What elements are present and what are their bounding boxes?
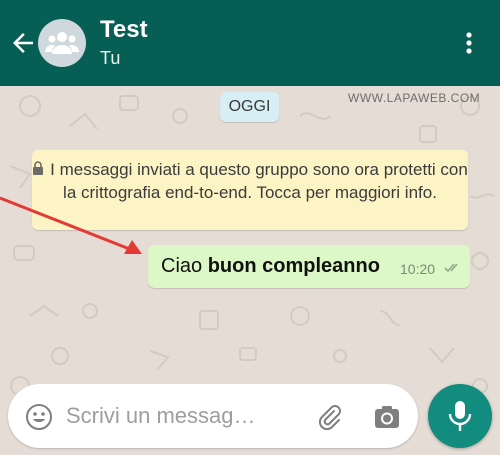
- chat-subtitle[interactable]: Tu: [100, 48, 120, 69]
- camera-icon[interactable]: [372, 402, 402, 432]
- message-composer: Scrivi un messag…: [8, 384, 418, 448]
- microphone-icon: [448, 401, 472, 431]
- double-check-icon: [444, 263, 458, 273]
- mic-button[interactable]: [428, 384, 492, 448]
- paperclip-icon[interactable]: [314, 402, 344, 432]
- lock-icon: [33, 161, 44, 175]
- group-icon: [45, 32, 79, 54]
- message-time: 10:20: [400, 261, 436, 277]
- message-text-regular: Ciao: [161, 255, 208, 277]
- chat-header: Test Tu: [0, 0, 500, 86]
- chat-title[interactable]: Test: [100, 16, 148, 44]
- group-avatar[interactable]: [38, 19, 86, 67]
- watermark: WWW.LAPAWEB.COM: [348, 91, 481, 105]
- arrow-left-icon[interactable]: [8, 28, 38, 58]
- emoji-icon[interactable]: [24, 402, 54, 432]
- annotation-arrow: [0, 196, 142, 254]
- message-input[interactable]: Scrivi un messag…: [66, 403, 256, 429]
- message-text: Ciao buon compleanno: [161, 255, 380, 278]
- outgoing-message[interactable]: Ciao buon compleanno 10:20: [148, 245, 470, 288]
- message-text-bold: buon compleanno: [207, 255, 380, 277]
- date-chip: OGGI: [220, 92, 279, 122]
- kebab-menu-icon[interactable]: [458, 28, 480, 58]
